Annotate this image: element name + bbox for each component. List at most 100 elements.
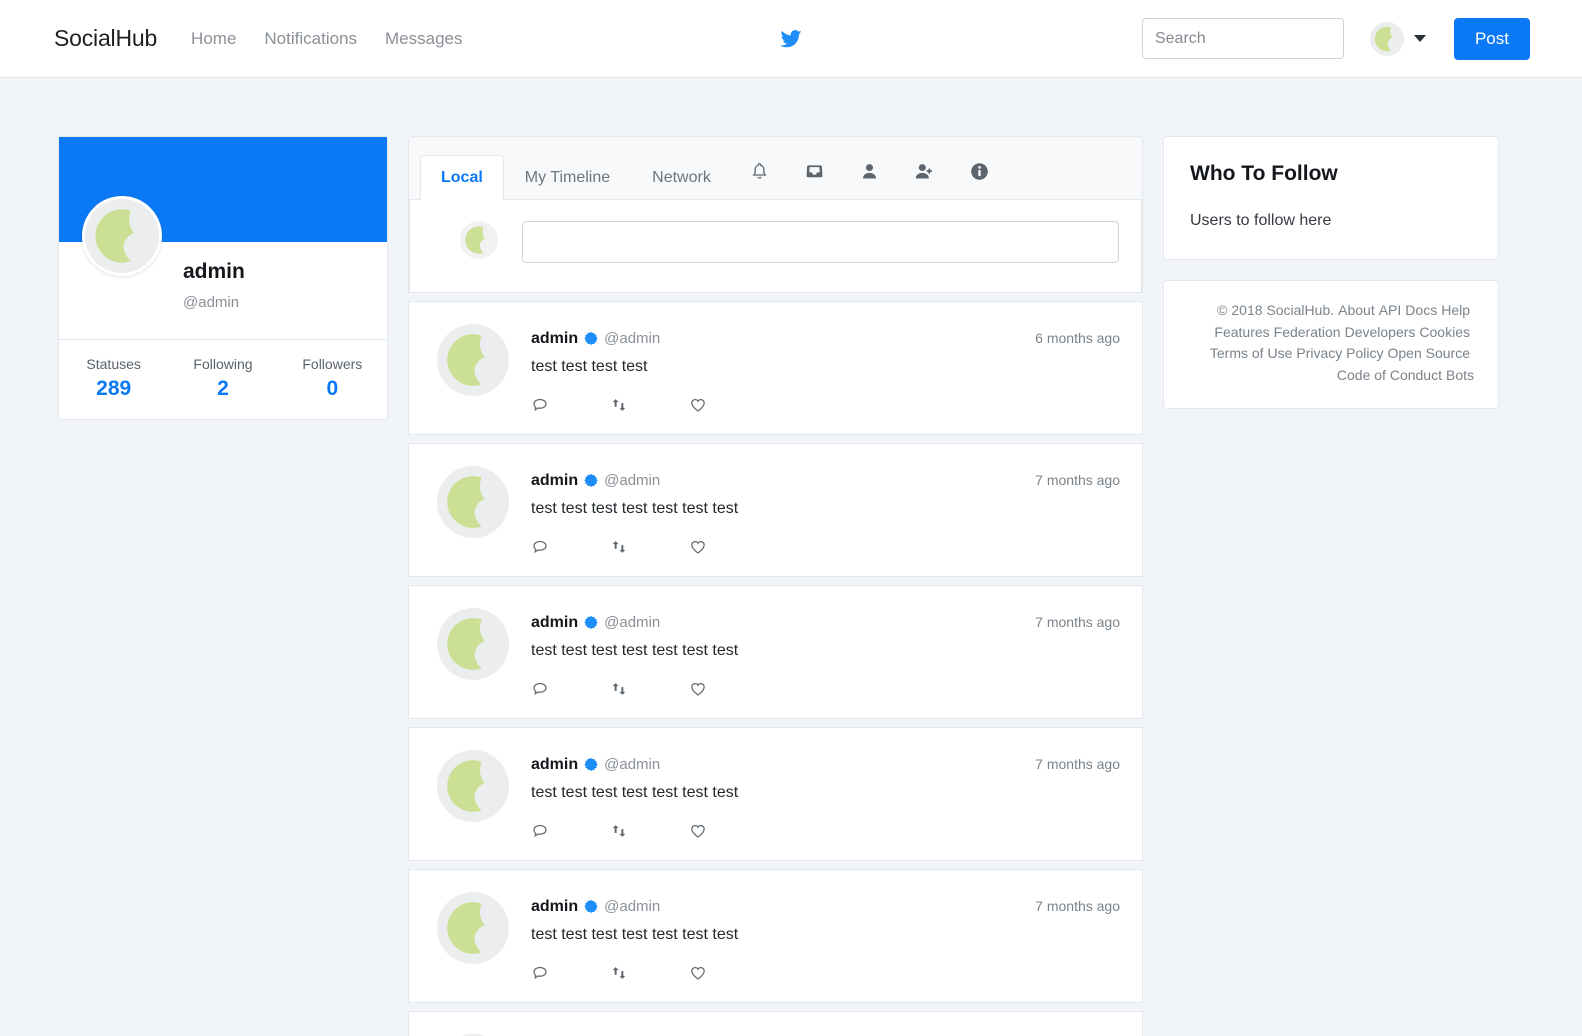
tab-my-timeline[interactable]: My Timeline xyxy=(504,155,631,200)
tab-about[interactable] xyxy=(952,149,1007,199)
footer-link-features[interactable]: Features xyxy=(1214,324,1269,340)
post-header: admin @admin 7 months ago xyxy=(531,613,1120,632)
tab-profile[interactable] xyxy=(842,149,897,199)
post-author[interactable]: admin xyxy=(531,330,578,348)
footer-link-help[interactable]: Help xyxy=(1441,302,1470,318)
post-handle: @admin xyxy=(604,330,660,347)
post-button[interactable]: Post xyxy=(1454,18,1530,60)
tab-network[interactable]: Network xyxy=(631,155,732,200)
post-item[interactable]: admin @admin 7 months ago test test test… xyxy=(408,727,1143,861)
footer-link-cookies[interactable]: Cookies xyxy=(1419,324,1470,340)
repost-icon[interactable] xyxy=(610,396,689,414)
post-avatar[interactable] xyxy=(437,466,509,538)
post-author[interactable]: admin xyxy=(531,614,578,632)
post-body: admin @admin 7 months ago test test test… xyxy=(531,466,1120,556)
repost-icon[interactable] xyxy=(610,822,689,840)
post-author[interactable]: admin xyxy=(531,472,578,490)
reply-icon[interactable] xyxy=(531,964,610,982)
post-text: test test test test test test test xyxy=(531,642,1120,660)
profile-card: admin @admin Statuses 289 Following 2 Fo… xyxy=(58,136,388,420)
post-avatar[interactable] xyxy=(437,750,509,822)
account-menu[interactable] xyxy=(1370,22,1426,56)
tab-notifications[interactable] xyxy=(732,149,787,199)
post-author[interactable]: admin xyxy=(531,898,578,916)
post-body: admin @admin 7 months ago test test test… xyxy=(531,750,1120,840)
footer-link-bots[interactable]: Bots xyxy=(1446,367,1474,383)
tab-local[interactable]: Local xyxy=(420,155,504,200)
right-column: Who To Follow Users to follow here © 201… xyxy=(1163,136,1499,409)
stat-following[interactable]: Following 2 xyxy=(168,356,277,401)
post-header: admin @admin 7 months ago xyxy=(531,471,1120,490)
footer-link-terms-of-use[interactable]: Terms of Use xyxy=(1210,345,1292,361)
repost-icon[interactable] xyxy=(610,538,689,556)
stat-label: Following xyxy=(168,356,277,372)
chevron-down-icon[interactable] xyxy=(1414,35,1426,42)
post-handle: @admin xyxy=(604,614,660,631)
post-actions xyxy=(531,680,1120,698)
stat-value: 0 xyxy=(278,377,387,401)
footer-copyright: © 2018 SocialHub. xyxy=(1217,302,1334,318)
post-item[interactable]: admin @admin 7 months ago test test test… xyxy=(408,585,1143,719)
composer-input[interactable] xyxy=(522,221,1119,263)
profile-avatar[interactable] xyxy=(82,196,162,276)
post-avatar[interactable] xyxy=(437,608,509,680)
profile-handle: @admin xyxy=(183,294,239,311)
page-content: admin @admin Statuses 289 Following 2 Fo… xyxy=(0,78,1582,1036)
like-icon[interactable] xyxy=(689,680,768,698)
post-text: test test test test test test test xyxy=(531,926,1120,944)
like-icon[interactable] xyxy=(689,538,768,556)
reply-icon[interactable] xyxy=(531,822,610,840)
post-handle: @admin xyxy=(604,898,660,915)
post-header: admin @admin 6 months ago xyxy=(531,329,1120,348)
inbox-icon xyxy=(804,161,825,187)
main-column: Local My Timeline Network xyxy=(408,136,1143,1036)
verified-badge-icon xyxy=(584,757,598,771)
post-avatar[interactable] xyxy=(437,324,509,396)
tab-follow-requests[interactable] xyxy=(897,149,952,199)
post-item[interactable]: admin @admin 6 months ago test test test… xyxy=(408,301,1143,435)
post-actions xyxy=(531,538,1120,556)
post-item[interactable]: admin @admin 7 months ago test test test… xyxy=(408,869,1143,1003)
like-icon[interactable] xyxy=(689,396,768,414)
who-to-follow-title: Who To Follow xyxy=(1190,162,1472,186)
like-icon[interactable] xyxy=(689,822,768,840)
stat-value: 2 xyxy=(168,377,277,401)
footer-link-federation[interactable]: Federation xyxy=(1274,324,1341,340)
reply-icon[interactable] xyxy=(531,538,610,556)
footer-link-developers[interactable]: Developers xyxy=(1345,324,1416,340)
footer-link-docs[interactable]: Docs xyxy=(1405,302,1437,318)
search-input[interactable] xyxy=(1142,18,1344,59)
nav-item-notifications[interactable]: Notifications xyxy=(264,29,357,49)
bell-icon xyxy=(749,161,770,187)
repost-icon[interactable] xyxy=(610,680,689,698)
who-to-follow-card: Who To Follow Users to follow here xyxy=(1163,136,1499,260)
footer-link-api[interactable]: API xyxy=(1379,302,1402,318)
post-timestamp: 7 months ago xyxy=(1035,614,1120,630)
footer-link-about[interactable]: About xyxy=(1338,302,1375,318)
post-author[interactable]: admin xyxy=(531,756,578,774)
post-avatar[interactable] xyxy=(437,892,509,964)
reply-icon[interactable] xyxy=(531,396,610,414)
left-column: admin @admin Statuses 289 Following 2 Fo… xyxy=(58,136,388,420)
like-icon[interactable] xyxy=(689,964,768,982)
post-actions xyxy=(531,822,1120,840)
post-text: test test test test test test test xyxy=(531,500,1120,518)
nav-item-home[interactable]: Home xyxy=(191,29,236,49)
stat-label: Statuses xyxy=(59,356,168,372)
stat-followers[interactable]: Followers 0 xyxy=(278,356,387,401)
footer-link-privacy-policy[interactable]: Privacy Policy xyxy=(1296,345,1383,361)
reply-icon[interactable] xyxy=(531,680,610,698)
post-item[interactable]: admin @admin 7 months ago test test test… xyxy=(408,443,1143,577)
stat-statuses[interactable]: Statuses 289 xyxy=(59,356,168,401)
repost-icon[interactable] xyxy=(610,964,689,982)
footer-link-code-of-conduct[interactable]: Code of Conduct xyxy=(1337,367,1442,383)
tab-messages[interactable] xyxy=(787,149,842,199)
top-navbar: SocialHub Home Notifications Messages Po… xyxy=(0,0,1582,78)
nav-item-messages[interactable]: Messages xyxy=(385,29,462,49)
post-item[interactable]: admin @admin 7 months ago test test test… xyxy=(408,1011,1143,1036)
avatar[interactable] xyxy=(1370,22,1404,56)
verified-badge-icon xyxy=(584,899,598,913)
brand-logo[interactable]: SocialHub xyxy=(54,25,157,52)
post-text: test test test test test test test xyxy=(531,784,1120,802)
footer-link-open-source[interactable]: Open Source xyxy=(1388,345,1471,361)
